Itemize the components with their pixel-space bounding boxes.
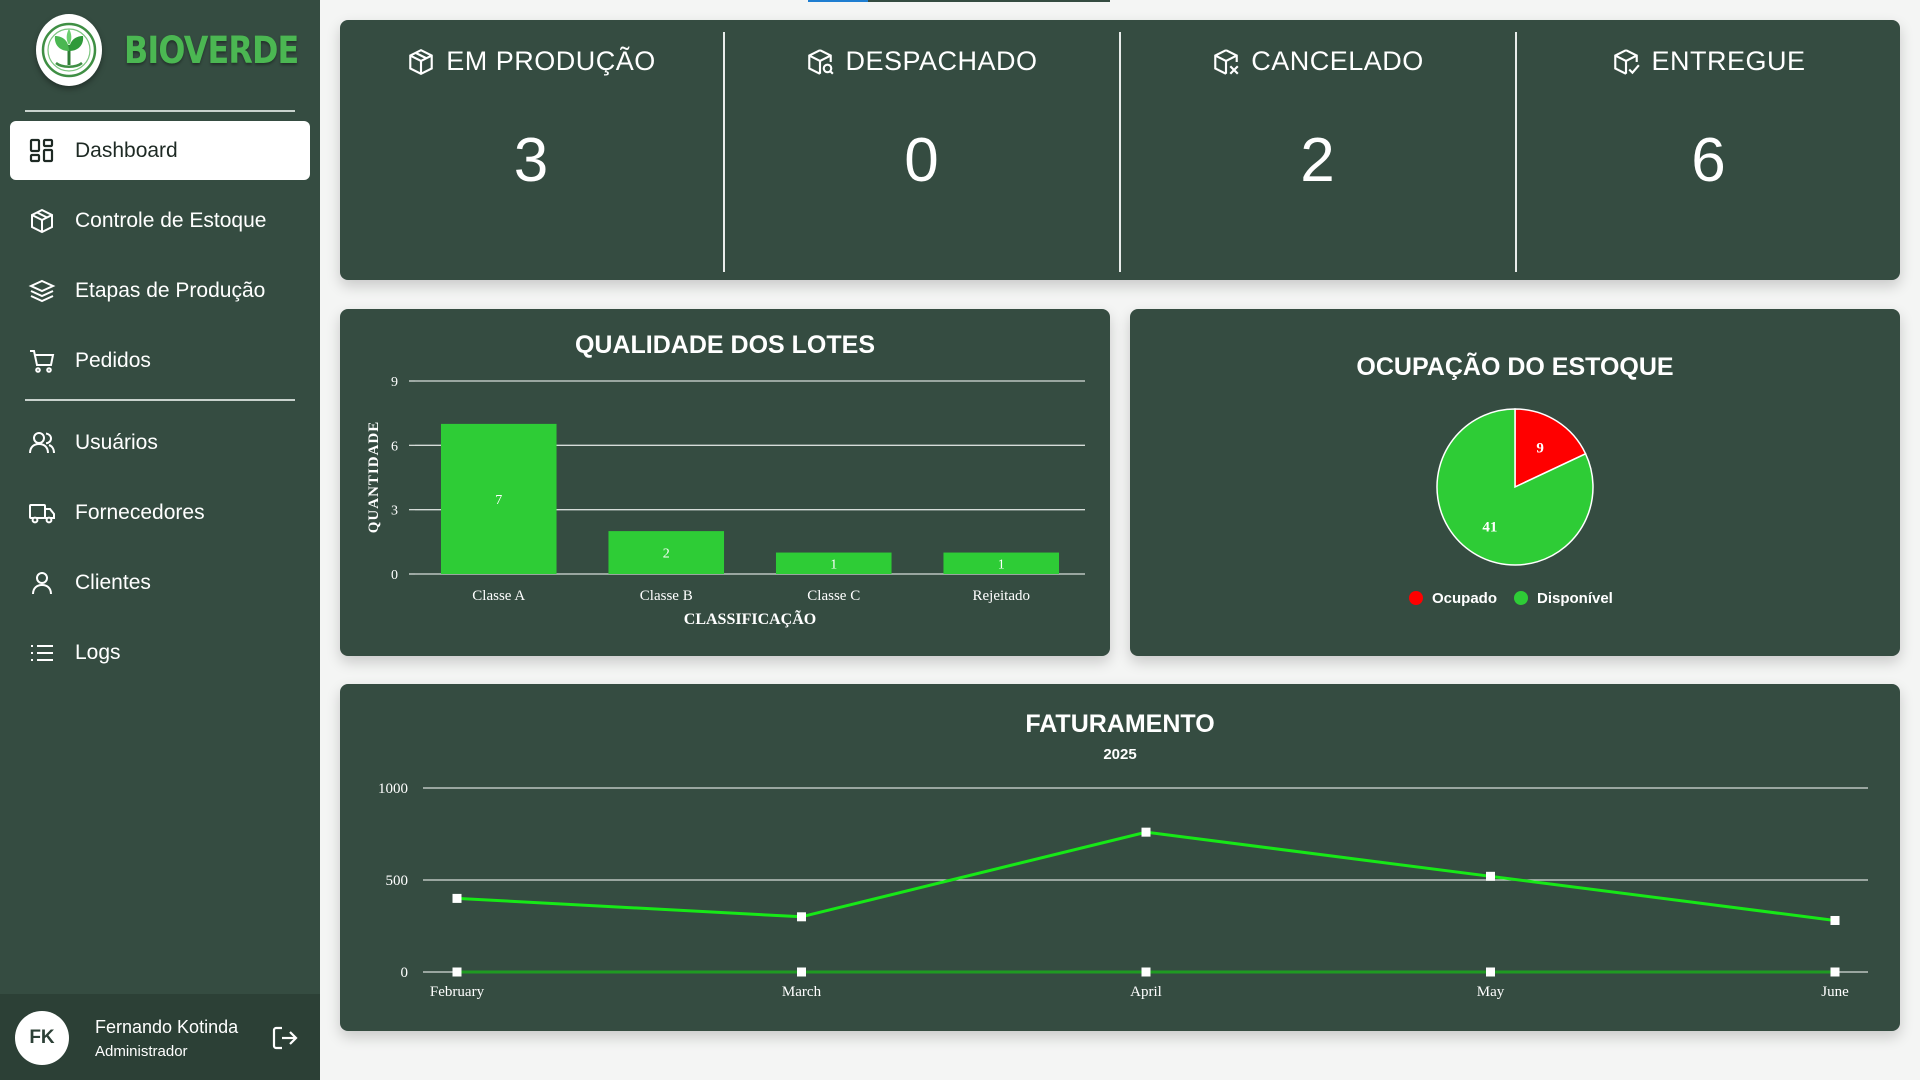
top-scroll-indicator <box>808 0 1110 2</box>
user-role: Administrador <box>95 1043 188 1060</box>
package-icon <box>409 48 434 75</box>
nav-label: Logs <box>75 640 121 664</box>
data-point <box>1141 827 1151 837</box>
y-tick-label: 9 <box>391 375 398 390</box>
user-icon <box>27 568 57 598</box>
data-point <box>1486 871 1495 881</box>
series-line <box>456 830 1836 922</box>
nav-item-pedidos[interactable]: Pedidos <box>10 331 310 390</box>
logout-icon[interactable] <box>270 1023 300 1053</box>
data-point <box>797 967 806 977</box>
y-tick-label: 0 <box>401 965 409 981</box>
package-search-icon <box>808 48 835 75</box>
legend-label: Ocupado <box>1432 590 1497 607</box>
stock-occupancy-card: OCUPAÇÃO DO ESTOQUE 9 41 Ocupado Disponível <box>1130 309 1900 656</box>
bar-value-label: 1 <box>998 557 1005 572</box>
x-tick-label: April <box>1130 984 1162 1000</box>
nav-item-dashboard[interactable]: Dashboard <box>10 121 310 180</box>
package-check-icon <box>1614 48 1641 75</box>
nav-item-clientes[interactable]: Clientes <box>10 553 310 612</box>
data-point <box>1830 915 1840 925</box>
y-tick-label: 0 <box>391 568 398 583</box>
brand[interactable]: BIOVERDE <box>36 14 327 86</box>
data-point <box>797 912 806 922</box>
stat-label: EM PRODUÇÃO <box>446 46 656 76</box>
x-tick-label: Classe B <box>640 588 693 604</box>
nav-label: Etapas de Produção <box>75 278 266 302</box>
data-point <box>1830 967 1840 977</box>
x-tick-label: May <box>1477 984 1505 1000</box>
avatar[interactable]: FK <box>15 1011 69 1065</box>
cart-icon <box>27 346 57 376</box>
stat-entregue[interactable]: ENTREGUE 6 <box>1517 20 1900 280</box>
data-point <box>452 893 462 903</box>
x-tick-label: March <box>782 984 822 1000</box>
truck-icon <box>27 498 57 528</box>
x-tick-label: Rejeitado <box>973 588 1030 604</box>
bar-value-label: 2 <box>663 547 670 562</box>
stat-despachado[interactable]: DESPACHADO 0 <box>725 20 1118 280</box>
nav-label: Clientes <box>75 570 151 594</box>
brand-logo <box>36 14 102 86</box>
nav-item-fornecedores[interactable]: Fornecedores <box>10 483 310 542</box>
pie-chart: 9 41 Ocupado Disponível <box>1409 408 1613 607</box>
bar-value-label: 7 <box>495 493 502 508</box>
line-chart: 0 500 1000 February March April May June <box>378 781 1868 1000</box>
stat-label: CANCELADO <box>1251 46 1424 76</box>
y-tick-label: 500 <box>386 873 409 889</box>
box-icon <box>27 206 57 236</box>
x-tick-label: June <box>1821 984 1849 1000</box>
nav-label: Usuários <box>75 430 158 454</box>
data-point <box>452 967 462 977</box>
status-summary-card: EM PRODUÇÃO 3 DESPACHADO 0 CANCELADO 2 E… <box>340 20 1900 280</box>
quality-chart-card: QUALIDADE DOS LOTES QUANTIDADE CLASSIFIC… <box>340 309 1110 656</box>
nav-label: Dashboard <box>75 138 178 162</box>
y-axis-label: QUANTIDADE <box>366 421 382 534</box>
users-icon <box>27 428 57 458</box>
data-point <box>1486 967 1495 977</box>
sidebar-divider <box>25 399 295 401</box>
stat-cancelado[interactable]: CANCELADO 2 <box>1121 20 1514 280</box>
nav-item-logs[interactable]: Logs <box>10 623 310 682</box>
stat-value: 2 <box>1300 126 1335 195</box>
brand-name: BIOVERDE <box>124 28 299 72</box>
legend-marker <box>1409 591 1423 605</box>
bar-chart: QUANTIDADE CLASSIFICAÇÃO 0 3 6 9 7 Classe A 2 C… <box>366 375 1085 628</box>
x-tick-label: Classe C <box>807 588 860 604</box>
pie-value-label: 41 <box>1482 520 1497 536</box>
nav-label: Controle de Estoque <box>75 208 267 232</box>
stat-value: 3 <box>513 126 549 195</box>
stat-label: DESPACHADO <box>845 46 1038 76</box>
stat-value: 6 <box>1691 126 1726 195</box>
data-point <box>1141 967 1151 977</box>
x-axis-label: CLASSIFICAÇÃO <box>684 609 816 628</box>
revenue-chart-card: FATURAMENTO 2025 0 500 1000 February March Ap… <box>340 684 1900 1031</box>
sidebar: BIOVERDE Dashboard Controle de Estoque E… <box>0 0 320 1080</box>
nav-item-etapas-producao[interactable]: Etapas de Produção <box>10 261 310 320</box>
package-x-icon <box>1214 48 1239 75</box>
dashboard-icon <box>27 136 57 166</box>
y-tick-label: 1000 <box>378 781 408 797</box>
user-name: Fernando Kotinda <box>95 1017 239 1037</box>
legend-label: Disponível <box>1537 590 1613 607</box>
legend-marker <box>1514 591 1528 605</box>
pie-value-label: 9 <box>1536 440 1544 456</box>
leaf-logo-icon <box>41 22 97 78</box>
stat-value: 0 <box>904 126 939 195</box>
nav-item-controle-estoque[interactable]: Controle de Estoque <box>10 191 310 250</box>
nav-label: Fornecedores <box>75 500 205 524</box>
list-icon <box>27 638 57 668</box>
y-tick-label: 6 <box>391 439 398 454</box>
stat-em-producao[interactable]: EM PRODUÇÃO 3 <box>340 20 722 280</box>
user-panel: FK Fernando Kotinda Administrador <box>0 994 320 1080</box>
nav-item-usuarios[interactable]: Usuários <box>10 413 310 472</box>
nav-label: Pedidos <box>75 348 151 372</box>
x-tick-label: Classe A <box>472 588 525 604</box>
layers-icon <box>27 276 57 306</box>
sidebar-divider <box>25 110 295 112</box>
stat-label: ENTREGUE <box>1651 46 1806 76</box>
bar-value-label: 1 <box>830 557 837 572</box>
x-tick-label: February <box>430 984 485 1000</box>
y-tick-label: 3 <box>391 504 398 519</box>
